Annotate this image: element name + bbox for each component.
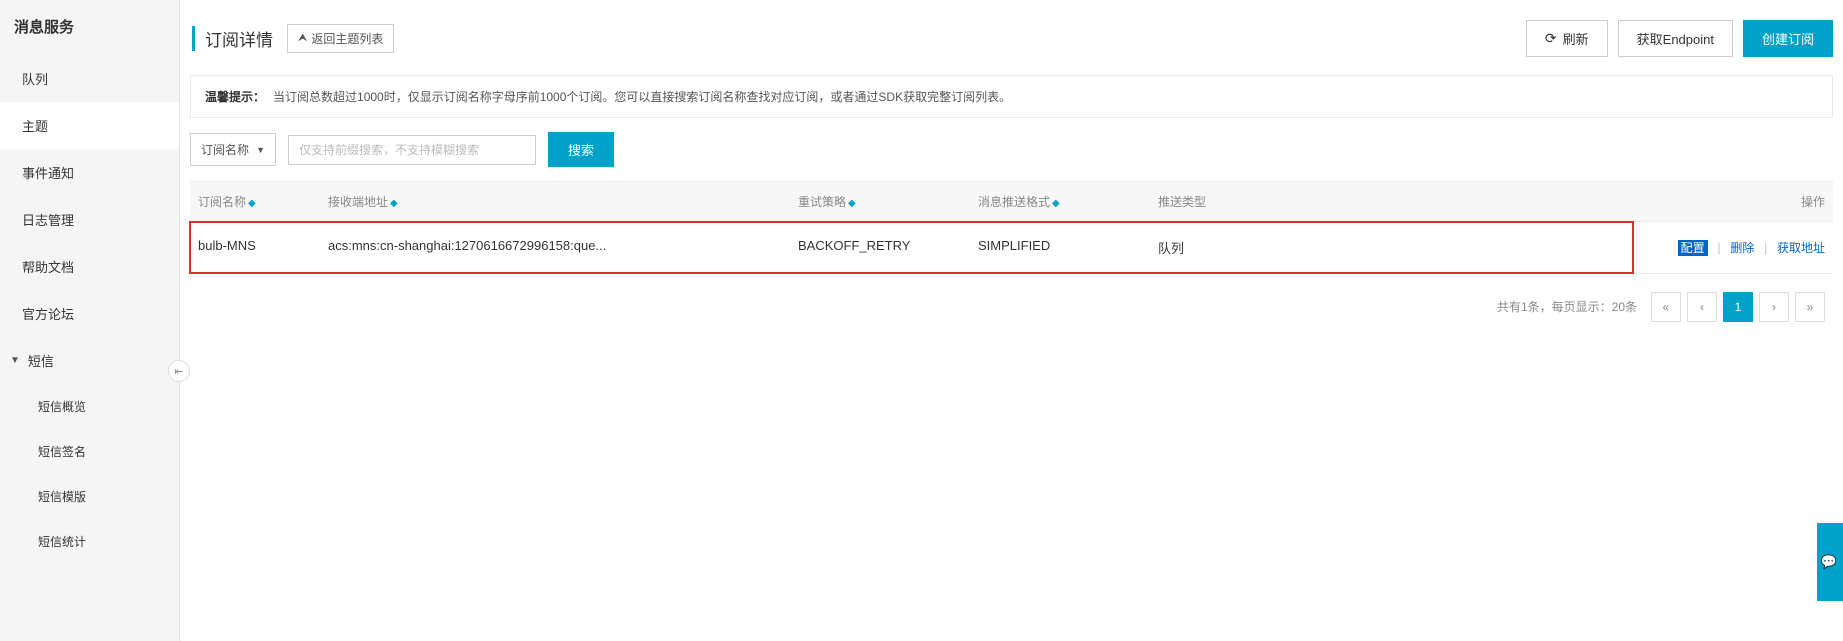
page-next-button[interactable]: › — [1759, 292, 1789, 322]
main-content: 订阅详情 ⮝ 返回主题列表 ⟳ 刷新 获取Endpoint 创建订阅 — [180, 0, 1843, 641]
get-endpoint-button[interactable]: 获取Endpoint — [1618, 20, 1733, 57]
sidebar-item-label: 主题 — [22, 116, 48, 135]
sidebar-item-queue[interactable]: 队列 — [0, 55, 179, 102]
action-get-address[interactable]: 获取地址 — [1777, 241, 1825, 255]
sidebar-item-label: 短信签名 — [38, 445, 86, 459]
sidebar-sub-sms-overview[interactable]: 短信概览 — [0, 384, 179, 429]
action-delete[interactable]: 删除 — [1730, 241, 1754, 255]
back-button-label: 返回主题列表 — [311, 30, 383, 47]
search-button-label: 搜索 — [568, 143, 594, 158]
sidebar-sub-sms-sign[interactable]: 短信签名 — [0, 429, 179, 474]
alert-text: 当订阅总数超过1000时，仅显示订阅名称字母序前1000个订阅。您可以直接搜索订… — [273, 90, 1011, 104]
sidebar-item-help[interactable]: 帮助文档 — [0, 243, 179, 290]
page-prev-button[interactable]: ‹ — [1687, 292, 1717, 322]
page-header: 订阅详情 ⮝ 返回主题列表 ⟳ 刷新 获取Endpoint 创建订阅 — [180, 20, 1843, 75]
filter-type-label: 订阅名称 — [201, 141, 249, 158]
page-first-button[interactable]: « — [1651, 292, 1681, 322]
sidebar-sub-sms-stats[interactable]: 短信统计 — [0, 519, 179, 564]
create-subscription-button[interactable]: 创建订阅 — [1743, 20, 1833, 57]
feedback-tab[interactable]: 💬 咨询·建议 — [1817, 523, 1843, 601]
back-button[interactable]: ⮝ 返回主题列表 — [287, 24, 394, 53]
search-input[interactable] — [288, 135, 536, 165]
search-button[interactable]: 搜索 — [548, 132, 614, 167]
cell-retry: BACKOFF_RETRY — [790, 222, 970, 273]
sidebar: 消息服务 队列 主题 事件通知 日志管理 帮助文档 官方论坛 ▼ 短信 短信概览… — [0, 0, 180, 641]
refresh-button[interactable]: ⟳ 刷新 — [1526, 20, 1608, 57]
col-endpoint[interactable]: 接收端地址◆ — [320, 182, 790, 222]
get-endpoint-label: 获取Endpoint — [1637, 29, 1714, 48]
chat-icon: 💬 — [1821, 554, 1839, 570]
cell-type: 队列 — [1150, 222, 1633, 273]
service-title: 消息服务 — [0, 0, 179, 55]
col-type: 推送类型 — [1150, 182, 1633, 222]
sidebar-item-label: 事件通知 — [22, 163, 74, 182]
page-last-button[interactable]: » — [1795, 292, 1825, 322]
col-name-label: 订阅名称 — [198, 195, 246, 209]
cell-actions: 配置 | 删除 | 获取地址 — [1633, 222, 1833, 274]
sidebar-sub-sms-template[interactable]: 短信模版 — [0, 474, 179, 519]
action-separator: | — [1764, 240, 1767, 255]
create-subscription-label: 创建订阅 — [1762, 29, 1814, 48]
cell-format: SIMPLIFIED — [970, 222, 1150, 273]
cell-endpoint: acs:mns:cn-shanghai:1270616672996158:que… — [320, 222, 790, 273]
col-format[interactable]: 消息推送格式◆ — [970, 182, 1150, 222]
sidebar-item-label: 官方论坛 — [22, 304, 74, 323]
col-ops: 操作 — [1633, 182, 1833, 222]
col-ops-label: 操作 — [1801, 195, 1825, 209]
chevron-down-icon: ▼ — [256, 145, 265, 155]
col-type-label: 推送类型 — [1158, 195, 1206, 209]
cell-name: bulb-MNS — [190, 222, 320, 273]
action-configure[interactable]: 配置 — [1678, 240, 1708, 256]
sort-icon: ◆ — [390, 198, 398, 209]
sidebar-item-label: 短信概览 — [38, 400, 86, 414]
page-title: 订阅详情 — [192, 26, 273, 51]
sidebar-item-label: 短信模版 — [38, 490, 86, 504]
subscription-table: 订阅名称◆ 接收端地址◆ 重试策略◆ 消息推送格式◆ 推送类型 操作 bulb-… — [190, 181, 1833, 274]
refresh-icon: ⟳ — [1545, 30, 1557, 47]
col-endpoint-label: 接收端地址 — [328, 195, 388, 209]
collapse-icon: ⇤ — [174, 365, 183, 378]
table-row: bulb-MNS acs:mns:cn-shanghai:12706166729… — [190, 222, 1833, 274]
sort-icon: ◆ — [848, 198, 856, 209]
sidebar-item-sms[interactable]: ▼ 短信 — [0, 337, 179, 384]
collapse-sidebar-button[interactable]: ⇤ — [168, 360, 190, 382]
col-retry[interactable]: 重试策略◆ — [790, 182, 970, 222]
sidebar-item-label: 队列 — [22, 69, 48, 88]
feedback-label: 咨询·建议 — [1800, 531, 1817, 593]
sidebar-item-label: 帮助文档 — [22, 257, 74, 276]
page-number-button[interactable]: 1 — [1723, 292, 1753, 322]
filter-type-select[interactable]: 订阅名称 ▼ — [190, 133, 276, 166]
pagination-summary: 共有1条，每页显示：20条 — [1497, 298, 1637, 315]
sidebar-item-topic[interactable]: 主题 — [0, 102, 179, 149]
col-name[interactable]: 订阅名称◆ — [190, 182, 320, 222]
col-retry-label: 重试策略 — [798, 195, 846, 209]
sort-icon: ◆ — [1052, 198, 1060, 209]
sidebar-item-log[interactable]: 日志管理 — [0, 196, 179, 243]
sort-icon: ◆ — [248, 198, 256, 209]
alert-prefix: 温馨提示： — [205, 90, 265, 104]
return-icon: ⮝ — [298, 32, 307, 45]
sidebar-item-label: 短信统计 — [38, 535, 86, 549]
filter-bar: 订阅名称 ▼ 搜索 — [190, 132, 1833, 167]
col-format-label: 消息推送格式 — [978, 195, 1050, 209]
sidebar-item-event[interactable]: 事件通知 — [0, 149, 179, 196]
info-alert: 温馨提示： 当订阅总数超过1000时，仅显示订阅名称字母序前1000个订阅。您可以… — [190, 75, 1833, 118]
sidebar-item-label: 日志管理 — [22, 210, 74, 229]
pagination-bar: 共有1条，每页显示：20条 « ‹ 1 › » — [190, 274, 1833, 340]
sidebar-item-label: 短信 — [28, 351, 54, 370]
action-separator: | — [1717, 240, 1720, 255]
sidebar-item-forum[interactable]: 官方论坛 — [0, 290, 179, 337]
caret-down-icon: ▼ — [10, 355, 20, 366]
refresh-button-label: 刷新 — [1563, 29, 1589, 48]
